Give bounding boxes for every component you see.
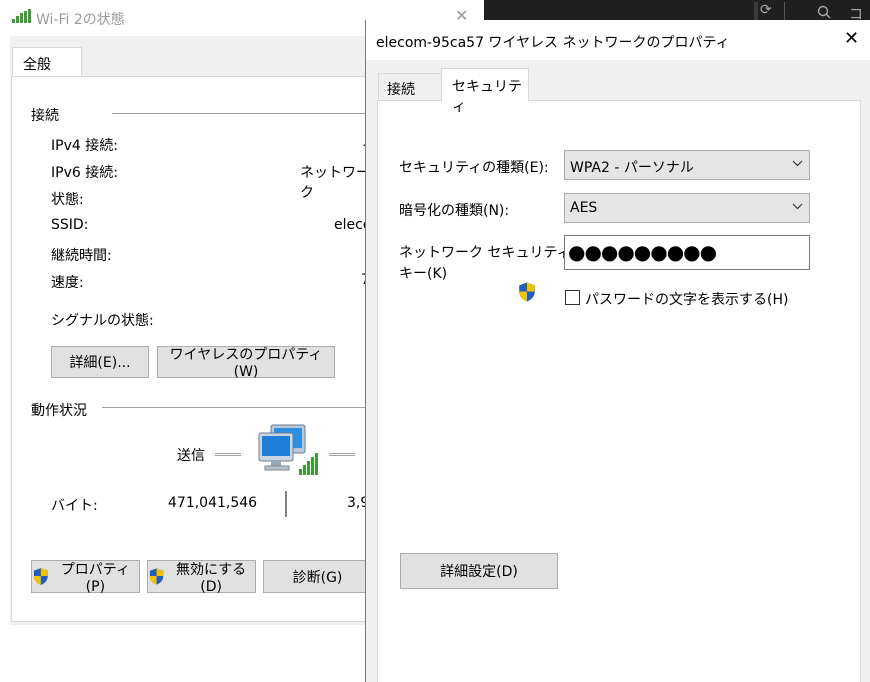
background-taskbar: ⟳ コ bbox=[484, 0, 870, 23]
search-icon bbox=[817, 5, 831, 19]
advanced-settings-button-label: 詳細設定(D) bbox=[440, 564, 518, 580]
network-key-input[interactable]: ●●●●●●●●● bbox=[564, 235, 810, 270]
duration-label: 継続時間: bbox=[51, 248, 112, 264]
bytes-divider bbox=[285, 491, 287, 517]
search-box: コ bbox=[784, 2, 870, 23]
tab-connection[interactable]: 接続 bbox=[378, 73, 442, 100]
ipv6-value: ネットワーク bbox=[300, 165, 370, 201]
network-computers-icon bbox=[258, 424, 318, 475]
bytes-label: バイト: bbox=[51, 498, 98, 514]
wifi-signal-icon bbox=[12, 9, 32, 23]
show-characters-label[interactable]: パスワードの文字を表示する(H) bbox=[585, 289, 788, 309]
shield-icon bbox=[149, 568, 164, 585]
chevron-down-icon bbox=[792, 203, 803, 210]
connection-section-title: 接続 bbox=[31, 108, 59, 124]
general-tab-panel: 接続 IPv4 接続: イ IPv6 接続: ネットワーク 状態: SSID: … bbox=[11, 76, 376, 622]
tab-security-label: セキュリティ bbox=[452, 79, 522, 115]
state-label: 状態: bbox=[51, 192, 84, 208]
shield-icon bbox=[519, 282, 535, 302]
disable-button-label: 無効にする(D) bbox=[176, 561, 247, 595]
tab-general-label: 全般 bbox=[23, 57, 51, 73]
window-edge bbox=[0, 36, 10, 682]
ipv6-label: IPv6 接続: bbox=[51, 165, 118, 181]
speed-label: 速度: bbox=[51, 275, 84, 291]
taskbar-divider bbox=[754, 2, 758, 20]
refresh-icon: ⟳ bbox=[760, 2, 772, 18]
tab-connection-label: 接続 bbox=[387, 82, 415, 98]
tab-general[interactable]: 全般 bbox=[12, 47, 82, 78]
advanced-settings-button[interactable]: 詳細設定(D) bbox=[400, 553, 558, 589]
connection-separator bbox=[112, 113, 372, 114]
diagnose-button[interactable]: 診断(G) bbox=[263, 560, 372, 593]
details-button-label: 詳細(E)... bbox=[69, 355, 131, 371]
details-button[interactable]: 詳細(E)... bbox=[51, 346, 149, 378]
ssid-label: SSID: bbox=[51, 217, 89, 233]
shield-icon bbox=[33, 568, 48, 585]
status-window-title: Wi-Fi 2の状態 bbox=[36, 12, 125, 28]
tab-security[interactable]: セキュリティ bbox=[441, 68, 529, 115]
wireless-network-properties-window: elecom-95ca57 ワイヤレス ネットワークのプロパティ ✕ 接続 セキ… bbox=[365, 20, 870, 682]
show-characters-checkbox[interactable] bbox=[565, 290, 580, 305]
properties-button-label: プロパティ(P) bbox=[60, 561, 130, 595]
diagnose-button-label: 診断(G) bbox=[292, 569, 343, 586]
security-tab-panel: セキュリティの種類(E): WPA2 - パーソナル 暗号化の種類(N): AE… bbox=[377, 100, 861, 682]
encryption-type-value: AES bbox=[570, 200, 598, 216]
network-key-label-line1: ネットワーク セキュリティ bbox=[399, 245, 571, 261]
signal-label: シグナルの状態: bbox=[51, 313, 154, 329]
props-close-button[interactable]: ✕ bbox=[844, 28, 859, 49]
chevron-down-icon bbox=[792, 160, 803, 167]
received-line bbox=[329, 453, 355, 456]
wireless-properties-button[interactable]: ワイヤレスのプロパティ(W) bbox=[157, 346, 335, 380]
network-key-value: ●●●●●●●●● bbox=[568, 240, 717, 264]
encryption-type-label: 暗号化の種類(N): bbox=[399, 203, 510, 219]
bytes-sent-value: 471,041,546 bbox=[168, 495, 258, 511]
wireless-properties-button-label: ワイヤレスのプロパティ(W) bbox=[169, 347, 323, 380]
props-window-title: elecom-95ca57 ワイヤレス ネットワークのプロパティ bbox=[376, 35, 730, 51]
ipv4-label: IPv4 接続: bbox=[51, 138, 118, 154]
disable-button[interactable]: 無効にする(D) bbox=[147, 560, 256, 595]
props-title-bar: elecom-95ca57 ワイヤレス ネットワークのプロパティ ✕ bbox=[366, 20, 870, 60]
sent-line bbox=[215, 453, 241, 456]
activity-section-title: 動作状況 bbox=[31, 403, 87, 419]
encryption-type-select[interactable]: AES bbox=[564, 193, 810, 223]
properties-button[interactable]: プロパティ(P) bbox=[31, 560, 140, 595]
security-type-value: WPA2 - パーソナル bbox=[570, 160, 694, 176]
security-type-label: セキュリティの種類(E): bbox=[399, 160, 549, 176]
activity-separator bbox=[102, 407, 372, 408]
sent-label: 送信 bbox=[177, 448, 205, 464]
security-type-select[interactable]: WPA2 - パーソナル bbox=[564, 150, 810, 180]
network-key-label-line2: キー(K) bbox=[399, 266, 448, 282]
